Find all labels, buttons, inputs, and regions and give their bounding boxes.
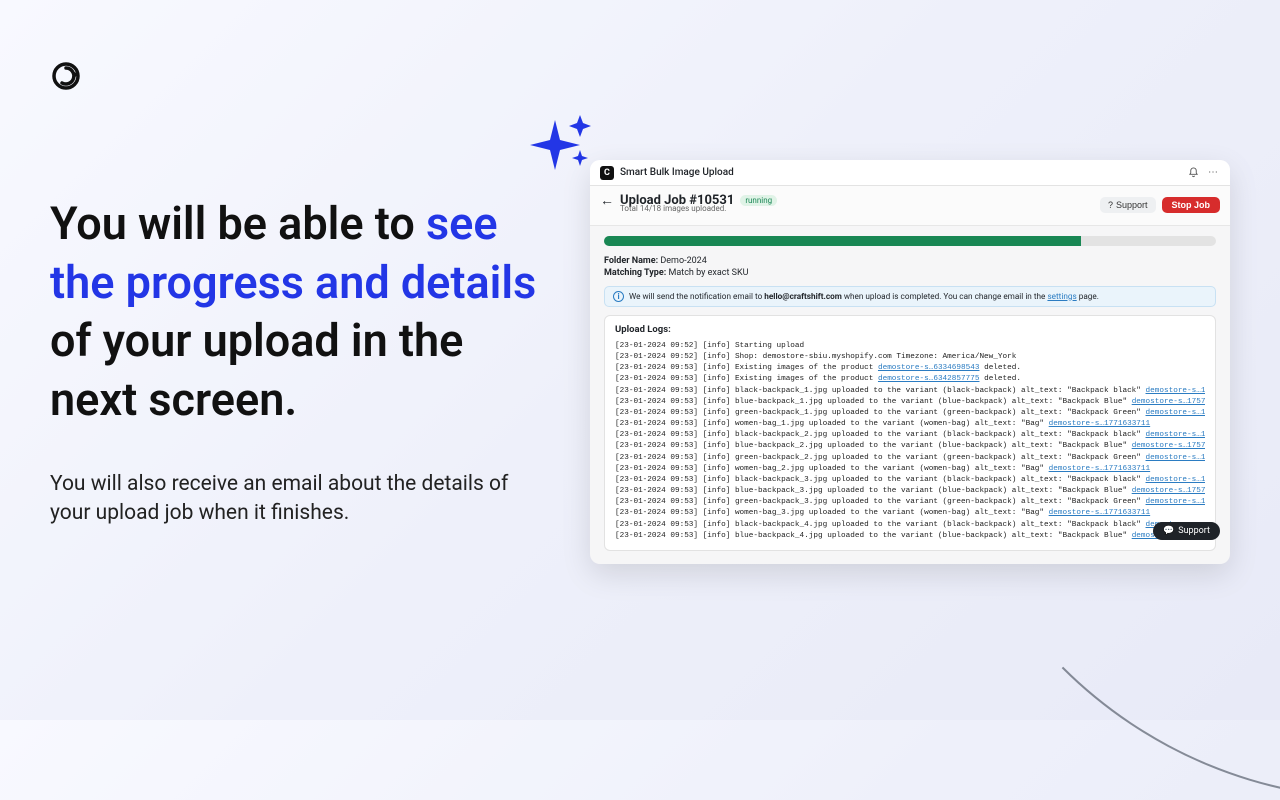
log-link[interactable]: demostore-s…17578383	[1146, 498, 1205, 506]
banner-text-pre: We will send the notification email to	[629, 292, 764, 302]
log-line: [23-01-2024 09:53] [info] black-backpack…	[615, 475, 1205, 486]
bell-icon[interactable]	[1186, 166, 1200, 180]
upload-count: Total 14/18 images uploaded.	[620, 204, 777, 213]
logs-output: [23-01-2024 09:52] [info] Starting uploa…	[615, 341, 1205, 542]
banner-email: hello@craftshift.com	[764, 292, 842, 302]
support-button[interactable]: ? Support	[1100, 197, 1156, 213]
log-line: [23-01-2024 09:53] [info] black-backpack…	[615, 386, 1205, 397]
log-line: [23-01-2024 09:53] [info] black-backpack…	[615, 430, 1205, 441]
log-link[interactable]: demostore-s…6342857775	[878, 375, 980, 383]
support-fab[interactable]: 💬 Support	[1153, 522, 1220, 540]
log-line: [23-01-2024 09:53] [info] Existing image…	[615, 374, 1205, 385]
brand-logo	[50, 60, 82, 92]
log-line: [23-01-2024 09:53] [info] blue-backpack_…	[615, 397, 1205, 408]
support-fab-label: Support	[1178, 526, 1210, 536]
log-line: [23-01-2024 09:52] [info] Starting uploa…	[615, 341, 1205, 352]
log-link[interactable]: demostore-s…1757871151	[1132, 442, 1205, 450]
folder-label: Folder Name:	[604, 256, 658, 266]
headline-part1: You will be able to	[50, 197, 426, 250]
log-line: [23-01-2024 09:52] [info] Shop: demostor…	[615, 352, 1205, 363]
log-link[interactable]: demostore-s…1757871151	[1132, 487, 1205, 495]
folder-value: Demo-2024	[660, 256, 706, 266]
banner-text-post: page.	[1077, 292, 1099, 302]
folder-row: Folder Name: Demo-2024	[604, 256, 1216, 266]
log-line: [23-01-2024 09:53] [info] black-backpack…	[615, 520, 1205, 531]
progress-bar	[604, 236, 1216, 246]
log-link[interactable]: demostore-s…17579039	[1146, 387, 1205, 395]
log-link[interactable]: demostore-s…1771633711	[1049, 509, 1151, 517]
app-window: C Smart Bulk Image Upload ⋯ ← Upload Job…	[590, 160, 1230, 564]
app-logo-icon: C	[600, 166, 614, 180]
back-button[interactable]: ←	[600, 192, 614, 209]
log-line: [23-01-2024 09:53] [info] women-bag_2.jp…	[615, 464, 1205, 475]
log-line: [23-01-2024 09:53] [info] blue-backpack_…	[615, 486, 1205, 497]
log-line: [23-01-2024 09:53] [info] blue-backpack_…	[615, 441, 1205, 452]
support-button-label: Support	[1116, 200, 1148, 210]
help-icon: ?	[1108, 200, 1113, 210]
app-titlebar: C Smart Bulk Image Upload ⋯	[590, 160, 1230, 186]
more-icon[interactable]: ⋯	[1206, 166, 1220, 180]
headline: You will be able to see the progress and…	[50, 195, 550, 429]
log-line: [23-01-2024 09:53] [info] women-bag_1.jp…	[615, 419, 1205, 430]
log-line: [23-01-2024 09:53] [info] green-backpack…	[615, 497, 1205, 508]
matching-value: Match by exact SKU	[669, 268, 749, 278]
chat-icon: 💬	[1163, 526, 1174, 536]
logs-card: Upload Logs: [23-01-2024 09:52] [info] S…	[604, 315, 1216, 551]
log-link[interactable]: demostore-s…17578383	[1146, 409, 1205, 417]
headline-part2: of your upload in the next screen.	[50, 314, 463, 426]
log-link[interactable]: demostore-s…17579039	[1146, 476, 1205, 484]
matching-label: Matching Type:	[604, 268, 666, 278]
info-icon: i	[613, 291, 624, 302]
log-link[interactable]: demostore-s…1757871151	[1132, 398, 1205, 406]
progress-fill	[604, 236, 1081, 246]
log-line: [23-01-2024 09:53] [info] green-backpack…	[615, 408, 1205, 419]
banner-text-mid: when upload is completed. You can change…	[842, 292, 1048, 302]
log-link[interactable]: demostore-s…17578383	[1146, 454, 1205, 462]
log-link[interactable]: demostore-s…6334698543	[878, 364, 980, 372]
log-line: [23-01-2024 09:53] [info] Existing image…	[615, 363, 1205, 374]
log-link[interactable]: demostore-s…1771633711	[1049, 420, 1151, 428]
page-header: ← Upload Job #10531 running Total 14/18 …	[590, 186, 1230, 226]
logs-title: Upload Logs:	[615, 324, 1205, 335]
log-link[interactable]: demostore-s…1771633711	[1049, 465, 1151, 473]
email-banner: i We will send the notification email to…	[604, 286, 1216, 307]
app-title: Smart Bulk Image Upload	[620, 167, 1180, 178]
settings-link[interactable]: settings	[1047, 292, 1076, 302]
log-link[interactable]: demostore-s…17579039	[1146, 431, 1205, 439]
log-line: [23-01-2024 09:53] [info] blue-backpack_…	[615, 531, 1205, 542]
subheadline: You will also receive an email about the…	[50, 470, 510, 529]
stop-job-button[interactable]: Stop Job	[1162, 197, 1221, 213]
matching-row: Matching Type: Match by exact SKU	[604, 268, 1216, 278]
log-line: [23-01-2024 09:53] [info] green-backpack…	[615, 453, 1205, 464]
log-line: [23-01-2024 09:53] [info] women-bag_3.jp…	[615, 508, 1205, 519]
